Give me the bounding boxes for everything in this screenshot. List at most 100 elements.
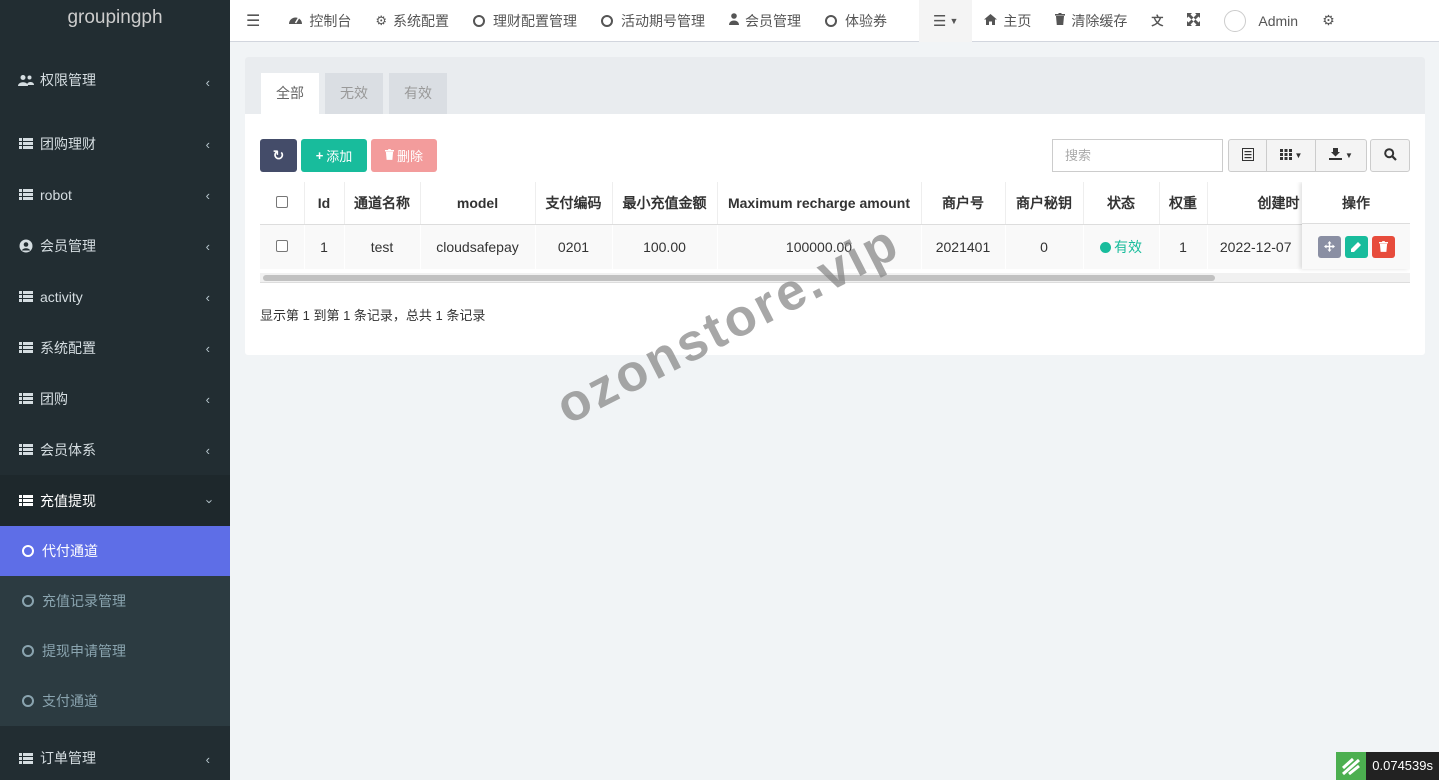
language-button[interactable]: 文: [1139, 0, 1175, 42]
sidebar-subitem-withdraw-requests[interactable]: 提现申请管理: [0, 626, 230, 676]
list-icon: [18, 752, 34, 764]
delete-row-button[interactable]: [1371, 235, 1395, 258]
fullscreen-button[interactable]: [1175, 0, 1212, 42]
circle-icon: [22, 695, 34, 707]
chevron-left-icon: ‹: [205, 188, 210, 203]
sidebar-subitem-recharge-records[interactable]: 充值记录管理: [0, 576, 230, 626]
tab-activity-period[interactable]: 活动期号管理: [589, 0, 717, 42]
sidebar-item-activity[interactable]: activity ‹: [0, 271, 230, 322]
home-label: 主页: [1003, 12, 1032, 29]
sidebar-item-system-config[interactable]: 系统配置 ‹: [0, 322, 230, 373]
clear-cache-button[interactable]: 清除缓存: [1043, 0, 1139, 42]
row-checkbox[interactable]: [275, 239, 288, 252]
tab-dashboard[interactable]: 控制台: [276, 0, 363, 42]
sidebar-item-robot[interactable]: robot ‹: [0, 169, 230, 220]
export-button[interactable]: ▼: [1316, 140, 1366, 171]
timer-value: 0.074539s: [1366, 752, 1439, 780]
sidebar-item-group-finance[interactable]: 团购理财 ‹: [0, 118, 230, 169]
settings-button[interactable]: ⚙: [1310, 0, 1347, 42]
gears-icon: ⚙: [1322, 12, 1335, 28]
sidebar-subitem-label: 提现申请管理: [42, 643, 126, 659]
list-icon: [18, 189, 34, 200]
download-icon: [1329, 148, 1343, 163]
add-label: 添加: [326, 149, 353, 164]
tab-all[interactable]: 全部: [261, 73, 319, 114]
search-input[interactable]: [1052, 139, 1223, 172]
chevron-left-icon: ‹: [205, 392, 210, 407]
column-header[interactable]: 商户号: [921, 182, 1006, 225]
debug-timer[interactable]: 0.074539s: [1336, 752, 1439, 780]
view-options-group: ▼ ▼: [1228, 139, 1367, 172]
sidebar-item-orders[interactable]: 订单管理 ‹: [0, 730, 230, 780]
arrows-icon: [1323, 241, 1335, 252]
sidebar-item-members[interactable]: 会员管理 ‹: [0, 220, 230, 271]
advanced-search-button[interactable]: [1370, 139, 1410, 172]
tab-valid[interactable]: 有效: [389, 73, 447, 114]
select-all-checkbox[interactable]: [275, 195, 288, 208]
pagination-info: 显示第 1 到第 1 条记录，总共 1 条记录: [260, 308, 486, 323]
circle-icon: [22, 545, 34, 557]
column-header[interactable]: 商户秘钥: [1005, 182, 1084, 225]
column-header[interactable]: 权重: [1159, 182, 1208, 225]
tab-system-config[interactable]: ⚙ 系统配置: [363, 0, 461, 42]
sidebar-item-permissions[interactable]: 权限管理 ‹: [0, 42, 230, 118]
sidebar-item-label: 团购理财: [40, 135, 96, 152]
delete-label: 删除: [396, 149, 423, 164]
gear-icon: ⚙: [375, 12, 387, 28]
user-menu[interactable]: Admin: [1212, 0, 1310, 42]
column-header[interactable]: 创建时: [1207, 182, 1303, 225]
sidebar-toggle-button[interactable]: ☰: [230, 0, 276, 42]
column-header[interactable]: 状态: [1083, 182, 1160, 225]
home-link[interactable]: 主页: [972, 0, 1043, 42]
app-logo[interactable]: groupingph: [0, 0, 230, 42]
card-view-button[interactable]: [1229, 140, 1267, 171]
list-icon: [18, 444, 34, 455]
circle-icon: [473, 14, 485, 27]
sidebar-item-member-system[interactable]: 会员体系 ‹: [0, 424, 230, 475]
sidebar-item-label: 会员体系: [40, 441, 96, 458]
top-navbar: ☰ 控制台 ⚙ 系统配置 理财配置管理 活动期号管理 会员管理 体验券 ☰ ▼ …: [230, 0, 1439, 42]
sidebar-subitem-payment-channel[interactable]: 支付通道: [0, 676, 230, 726]
sidebar-subitem-label: 充值记录管理: [42, 593, 126, 609]
column-header[interactable]: model: [420, 182, 536, 225]
sidebar-subitem-payout-channel[interactable]: 代付通道: [0, 526, 230, 576]
more-tabs-dropdown[interactable]: ☰ ▼: [919, 0, 973, 42]
scrollbar-thumb[interactable]: [263, 275, 1215, 281]
column-header[interactable]: Id: [304, 182, 345, 225]
columns-toggle-button[interactable]: ▼: [1267, 140, 1316, 171]
chevron-left-icon: ‹: [205, 443, 210, 458]
user-name: Admin: [1258, 12, 1299, 29]
sidebar: groupingph 权限管理 ‹ 团购理财 ‹ robot ‹ 会员管理 ‹ …: [0, 0, 230, 780]
sidebar-item-recharge-withdraw[interactable]: 充值提现 ‹: [0, 475, 230, 526]
tab-label: 理财配置管理: [493, 12, 577, 29]
status-badge[interactable]: 有效: [1114, 239, 1142, 255]
search-icon: [1383, 147, 1397, 164]
tab-label: 系统配置: [393, 12, 449, 29]
edit-button[interactable]: [1344, 235, 1368, 258]
tab-coupons[interactable]: 体验券: [813, 0, 899, 42]
sidebar-item-label: 权限管理: [40, 72, 96, 88]
circle-icon: [22, 645, 34, 657]
delete-button[interactable]: 删除: [371, 139, 437, 172]
sidebar-item-label: 系统配置: [40, 339, 96, 356]
row-actions: [1302, 224, 1410, 269]
column-header[interactable]: 支付编码: [535, 182, 613, 225]
add-button[interactable]: + 添加: [301, 139, 367, 172]
sidebar-item-group-buy[interactable]: 团购 ‹: [0, 373, 230, 424]
column-header[interactable]: Maximum recharge amount: [717, 182, 922, 225]
drag-sort-button[interactable]: [1317, 235, 1341, 258]
cell-model: cloudsafepay: [420, 224, 535, 269]
sidebar-item-label: 订单管理: [40, 750, 96, 766]
tab-label: 活动期号管理: [621, 12, 705, 29]
hamburger-icon: ☰: [246, 12, 261, 30]
column-header[interactable]: 最小充值金额: [612, 182, 718, 225]
tab-finance-config[interactable]: 理财配置管理: [461, 0, 589, 42]
sidebar-item-label: activity: [40, 288, 83, 305]
tab-invalid[interactable]: 无效: [325, 73, 383, 114]
user-icon: [729, 13, 739, 28]
refresh-button[interactable]: ↻: [260, 139, 297, 172]
tab-member-management[interactable]: 会员管理: [717, 0, 813, 42]
expand-icon: [1187, 12, 1201, 29]
list-icon: [18, 291, 34, 302]
column-header[interactable]: 通道名称: [344, 182, 421, 225]
